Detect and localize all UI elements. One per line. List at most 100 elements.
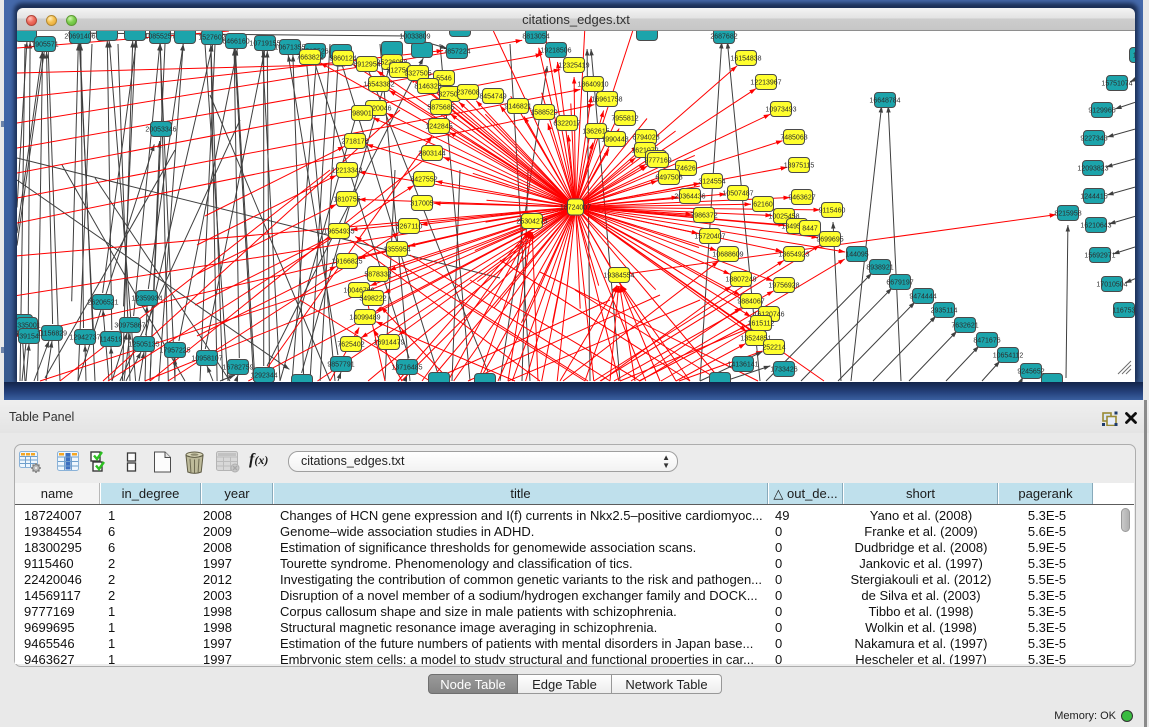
svg-text:8427552: 8427552 (410, 177, 437, 184)
svg-text:9474444: 9474444 (909, 294, 936, 301)
svg-text:15720407: 15720407 (694, 234, 725, 241)
svg-text:30975867: 30975867 (114, 323, 145, 330)
svg-text:8447: 8447 (802, 226, 818, 233)
svg-text:1733426: 1733426 (770, 367, 797, 374)
svg-text:18640910: 18640910 (577, 82, 608, 89)
svg-text:16648784: 16648784 (869, 98, 900, 105)
svg-text:12213343: 12213343 (331, 168, 362, 175)
svg-text:8215958: 8215958 (1054, 211, 1081, 218)
svg-text:3124554: 3124554 (698, 179, 725, 186)
svg-text:10958107: 10958107 (191, 356, 222, 363)
svg-text:9857791: 9857791 (327, 362, 354, 369)
svg-text:19384554: 19384554 (603, 273, 634, 280)
svg-text:19756928: 19756928 (768, 283, 799, 290)
svg-text:7625402: 7625402 (337, 342, 364, 349)
svg-text:14136141: 14136141 (727, 362, 758, 369)
svg-text:9227343: 9227343 (1080, 136, 1107, 143)
svg-text:6322017: 6322017 (553, 121, 580, 128)
svg-text:19654935: 19654935 (323, 229, 354, 236)
svg-text:25304273: 25304273 (516, 219, 547, 226)
svg-text:15692971: 15692971 (1084, 253, 1115, 260)
svg-text:9463627: 9463627 (788, 195, 815, 202)
svg-text:98901: 98901 (352, 111, 372, 118)
svg-text:14099489: 14099489 (349, 315, 380, 322)
svg-text:13975115: 13975115 (784, 163, 815, 170)
svg-text:9327505: 9327505 (404, 71, 431, 78)
svg-text:144095: 144095 (845, 252, 868, 259)
svg-text:9129966: 9129966 (1088, 108, 1115, 115)
svg-text:1990448: 1990448 (601, 137, 628, 144)
svg-text:26206521: 26206521 (87, 300, 118, 307)
svg-text:10507487: 10507487 (722, 191, 753, 198)
svg-text:19218506: 19218506 (540, 48, 571, 55)
svg-text:7485063: 7485063 (780, 135, 807, 142)
svg-text:10688609: 10688609 (712, 252, 743, 259)
svg-text:10855257: 10855257 (144, 34, 175, 41)
svg-text:8938921: 8938921 (866, 265, 893, 272)
svg-text:12325419: 12325419 (558, 63, 589, 70)
svg-text:13716485: 13716485 (391, 365, 422, 372)
svg-text:17010504: 17010504 (1096, 282, 1127, 289)
svg-text:6497508: 6497508 (655, 175, 682, 182)
svg-text:18807249: 18807249 (725, 277, 756, 284)
svg-text:114519: 114519 (100, 337, 123, 344)
svg-text:9884067: 9884067 (737, 299, 764, 306)
svg-text:7986372: 7986372 (690, 213, 717, 220)
svg-text:6466160: 6466160 (222, 39, 249, 46)
svg-text:20053346: 20053346 (145, 127, 176, 134)
svg-text:1292344: 1292344 (250, 373, 277, 380)
svg-text:16782759: 16782759 (222, 365, 253, 372)
svg-text:1615112: 1615112 (748, 321, 775, 328)
svg-text:8454749: 8454749 (479, 94, 506, 101)
svg-text:8471676: 8471676 (973, 338, 1000, 345)
svg-text:1112: 1112 (1133, 53, 1135, 60)
svg-text:237608: 237608 (456, 90, 479, 97)
svg-text:12942737: 12942737 (69, 335, 100, 342)
svg-text:17957225: 17957225 (159, 348, 190, 355)
svg-text:2803144: 2803144 (418, 151, 445, 158)
svg-text:16154838: 16154838 (730, 56, 761, 63)
svg-text:1588520: 1588520 (530, 110, 557, 117)
svg-text:10654112: 10654112 (993, 353, 1024, 360)
svg-text:15751074: 15751074 (1101, 81, 1132, 88)
svg-text:10033809: 10033809 (399, 34, 430, 41)
svg-text:16914479: 16914479 (373, 340, 404, 347)
svg-text:13654923: 13654923 (778, 252, 809, 259)
svg-text:9115460: 9115460 (819, 208, 846, 215)
svg-text:12213967: 12213967 (750, 80, 781, 87)
svg-text:6679197: 6679197 (886, 280, 913, 287)
svg-text:18724007: 18724007 (560, 205, 591, 212)
svg-text:1810755: 1810755 (333, 197, 360, 204)
svg-text:317005: 317005 (410, 201, 433, 208)
svg-text:39154: 39154 (19, 334, 39, 341)
svg-text:7955812: 7955812 (611, 116, 638, 123)
svg-text:7632621: 7632621 (951, 323, 978, 330)
svg-text:7857224: 7857224 (443, 49, 470, 56)
svg-text:10973493: 10973493 (765, 107, 796, 114)
svg-text:16961758: 16961758 (591, 97, 622, 104)
svg-text:1244415: 1244415 (1080, 194, 1107, 201)
svg-text:8813054: 8813054 (522, 34, 549, 41)
svg-text:20691406: 20691406 (64, 34, 95, 41)
svg-text:2718176: 2718176 (341, 139, 368, 146)
svg-text:8146323: 8146323 (414, 84, 441, 91)
svg-text:6794028: 6794028 (632, 135, 659, 142)
svg-text:252214: 252214 (762, 345, 785, 352)
svg-text:2687682: 2687682 (710, 34, 737, 41)
svg-text:1242845: 1242845 (425, 124, 452, 131)
svg-text:12093823: 12093823 (1077, 166, 1108, 173)
svg-text:1355954: 1355954 (383, 247, 410, 254)
svg-text:11156829: 11156829 (37, 331, 67, 338)
svg-text:3498222: 3498222 (359, 296, 386, 303)
svg-text:1905571: 1905571 (31, 42, 58, 49)
svg-text:62160: 62160 (753, 202, 773, 209)
svg-text:12359934: 12359934 (131, 296, 162, 303)
svg-text:3267110: 3267110 (396, 224, 423, 231)
svg-text:5875685: 5875685 (427, 105, 454, 112)
svg-text:16543382: 16543382 (363, 82, 394, 89)
svg-text:7663822: 7663822 (296, 55, 323, 62)
svg-text:5878332: 5878332 (364, 272, 391, 279)
svg-text:12505135: 12505135 (128, 342, 159, 349)
svg-text:19166825: 19166825 (331, 259, 362, 266)
svg-text:20364436: 20364436 (674, 194, 705, 201)
